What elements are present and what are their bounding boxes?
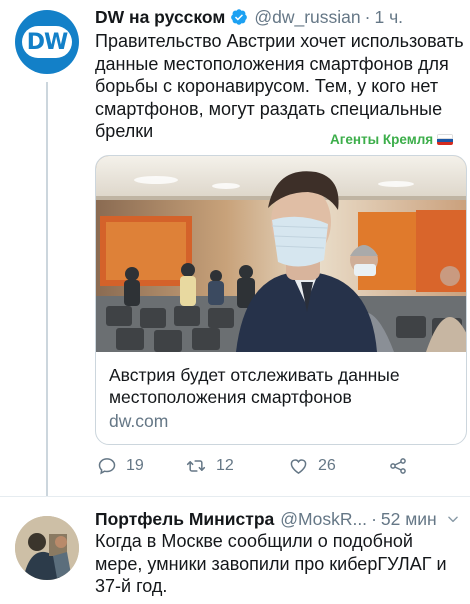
timestamp[interactable]: 1 ч.	[374, 7, 403, 28]
reply-button[interactable]: 19	[97, 456, 144, 476]
tweet-text: Правительство Австрии хочет использовать…	[95, 31, 464, 141]
like-icon	[290, 459, 307, 474]
avatar-image	[15, 516, 79, 580]
tweet-portfel-ministra[interactable]: Портфель Министра @MoskR... · 52 мин Ког…	[0, 496, 470, 604]
author-handle[interactable]: @dw_russian	[254, 7, 360, 28]
tweet-text: Когда в Москве сообщили о подобной мере,…	[95, 531, 447, 596]
retweet-button[interactable]: 12	[185, 456, 234, 476]
avatar[interactable]: DW	[15, 10, 79, 74]
avatar[interactable]	[15, 516, 79, 580]
label-tag-text: Агенты Кремля	[330, 132, 434, 147]
card-title: Австрия будет отслеживать данные местопо…	[109, 365, 400, 407]
like-count: 26	[318, 457, 336, 474]
tweet-header: Портфель Министра @MoskR... · 52 мин	[95, 506, 462, 532]
card-image	[96, 156, 466, 352]
russian-flag-icon	[437, 134, 454, 145]
verified-badge-icon	[230, 8, 248, 26]
reply-icon	[98, 458, 116, 475]
reply-count: 19	[126, 457, 144, 474]
author-handle[interactable]: @MoskR...	[280, 509, 367, 530]
retweet-count: 12	[216, 457, 234, 474]
card-domain: dw.com	[109, 411, 169, 431]
retweet-icon	[186, 460, 206, 472]
separator-dot: ·	[364, 6, 371, 27]
separator-dot: ·	[371, 508, 377, 529]
tweet-actions: 19 12 26	[95, 452, 435, 480]
chevron-down-icon[interactable]	[446, 510, 460, 531]
link-card[interactable]: Австрия будет отслеживать данные местопо…	[95, 155, 467, 445]
share-icon	[390, 458, 406, 474]
author-name[interactable]: Портфель Министра	[95, 509, 274, 530]
timestamp[interactable]: 52 мин	[381, 509, 437, 530]
tweet-header: DW на русском @dw_russian · 1 ч.	[95, 4, 462, 30]
dw-logo: DW	[22, 26, 72, 58]
author-name[interactable]: DW на русском	[95, 7, 225, 28]
tweet-dw-russian[interactable]: DW DW на русском @dw_russian · 1 ч. Прав…	[0, 0, 470, 496]
label-tag: Агенты Кремля	[330, 132, 454, 147]
share-button[interactable]	[387, 456, 418, 476]
like-button[interactable]: 26	[288, 456, 336, 476]
